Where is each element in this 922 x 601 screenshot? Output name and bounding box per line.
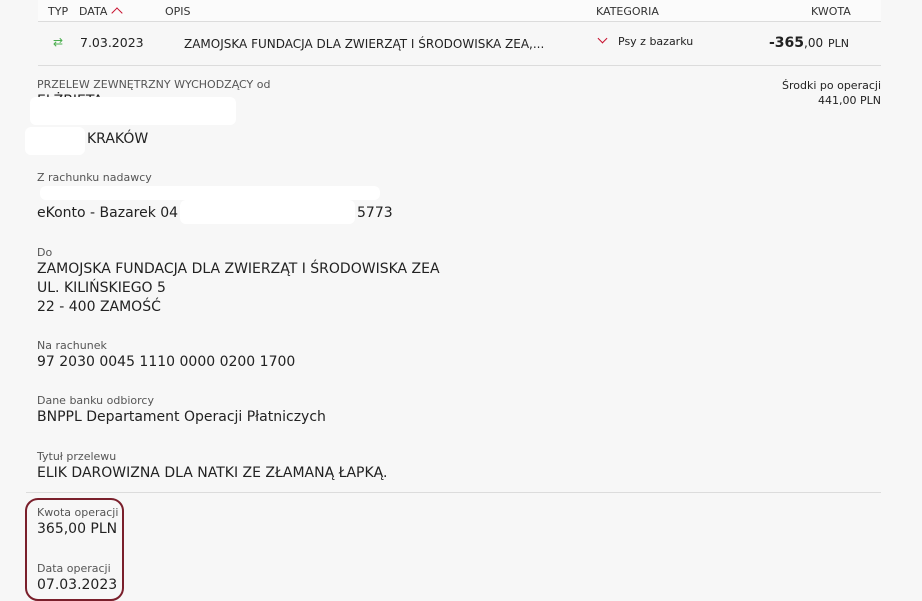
sort-up-icon [111,7,124,19]
column-date-label: DATA [79,5,108,18]
redacted-block [25,127,85,155]
bank-label: Dane banku odbiorcy [37,394,154,407]
column-type-header[interactable]: TYP [48,5,68,18]
transfer-title: ELIK DAROWIZNA DLA NATKI ZE ZŁAMANĄ ŁAPK… [37,465,388,481]
from-account-suffix: 5773 [357,205,393,221]
transaction-row[interactable]: ⇄ 7.03.2023 ZAMOJSKA FUNDACJA DLA ZWIERZ… [38,22,881,66]
divider [26,492,881,493]
balance-after-value: 441,00 PLN [818,94,881,107]
amount-integer: -365 [768,35,805,51]
transfer-arrows-icon: ⇄ [53,35,64,49]
recipient-line-3: 22 - 400 ZAMOŚĆ [37,299,161,315]
redacted-block [40,186,380,200]
redacted-block [180,200,355,224]
transfer-type-label: PRZELEW ZEWNĘTRZNY WYCHODZĄCY od [37,78,271,91]
table-header: TYP DATA OPIS KATEGORIA KWOTA [38,0,881,22]
recipient-line-1: ZAMOJSKA FUNDACJA DLA ZWIERZĄT I ŚRODOWI… [37,261,440,277]
highlight-annotation [25,498,124,601]
sender-city: KRAKÓW [87,131,149,147]
transaction-category[interactable]: Psy z bazarku [618,35,693,48]
to-account-label: Na rachunek [37,339,107,352]
column-amount-header[interactable]: KWOTA [811,5,851,18]
column-desc-header[interactable]: OPIS [165,5,191,18]
balance-after-label: Środki po operacji [781,79,881,92]
to-account-number: 97 2030 0045 1110 0000 0200 1700 [37,354,296,370]
title-label: Tytuł przelewu [37,450,117,463]
recipient-line-2: UL. KILIŃSKIEGO 5 [37,280,166,296]
column-date-header[interactable]: DATA [79,5,124,19]
recipient-label: Do [37,246,53,259]
amount-decimal: ,00 [804,36,824,50]
transaction-description: ZAMOJSKA FUNDACJA DLA ZWIERZĄT I ŚRODOWI… [184,37,545,51]
from-account-prefix: eKonto - Bazarek 04 [37,205,179,221]
column-category-header[interactable]: KATEGORIA [596,5,659,18]
transaction-date: 7.03.2023 [80,35,144,50]
redacted-block [30,97,236,125]
amount-currency: PLN [828,37,849,50]
bank-value: BNPPL Departament Operacji Płatniczych [37,409,326,425]
transaction-amount: -365,00 PLN [769,35,849,51]
from-account-label: Z rachunku nadawcy [37,171,152,184]
chevron-down-icon[interactable] [597,33,608,44]
